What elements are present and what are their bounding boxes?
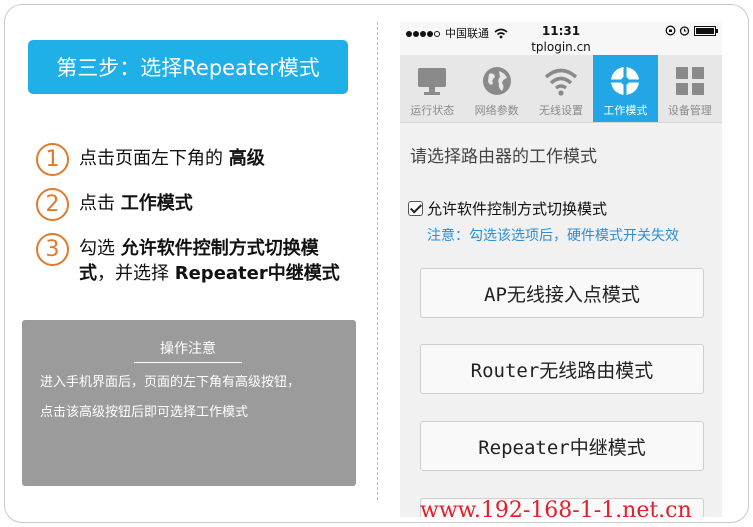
wifi-icon bbox=[544, 68, 578, 96]
url-bar[interactable]: tplogin.cn bbox=[400, 40, 722, 54]
step-text: 点击 工作模式 bbox=[79, 193, 193, 214]
step-1: 1 点击页面左下角的 高级 bbox=[36, 143, 349, 176]
software-control-checkbox-row[interactable]: 允许软件控制方式切换模式 bbox=[408, 198, 607, 219]
tab-work-mode[interactable]: 工作模式 bbox=[593, 55, 658, 122]
router-mode-button[interactable]: Router无线路由模式 bbox=[420, 344, 704, 394]
tab-device-mgmt[interactable]: 设备管理 bbox=[658, 55, 722, 122]
status-right bbox=[665, 25, 718, 36]
divider bbox=[377, 22, 378, 500]
step-text: 点击页面左下角的 高级 bbox=[79, 148, 265, 169]
mode-title: 请选择路由器的工作模式 bbox=[410, 147, 597, 167]
step-2: 2 点击 工作模式 bbox=[36, 188, 349, 221]
watermark: www.192-168-1-1.net.cn bbox=[420, 498, 692, 523]
tab-network[interactable]: 网络参数 bbox=[464, 55, 528, 122]
tab-bar: 运行状态 网络参数 无线设置 工作模式 设备管理 bbox=[400, 55, 722, 123]
note-body: 进入手机界面后，页面的左下角有高级按钮， 点击该高级按钮后即可选择工作模式 bbox=[40, 375, 301, 420]
step-number: 1 bbox=[36, 143, 69, 176]
step-number: 2 bbox=[36, 188, 69, 221]
battery-icon bbox=[694, 25, 718, 36]
rotation-lock-icon bbox=[665, 25, 676, 36]
step-number: 3 bbox=[36, 233, 69, 266]
grid-icon bbox=[675, 67, 704, 95]
note-box: 操作注意 进入手机界面后，页面的左下角有高级按钮， 点击该高级按钮后即可选择工作… bbox=[22, 320, 356, 486]
tab-wireless[interactable]: 无线设置 bbox=[529, 55, 593, 122]
step-title: 第三步：选择Repeater模式 bbox=[28, 40, 348, 94]
step-3: 3 勾选 允许软件控制方式切换模式，并选择 Repeater中继模式 bbox=[36, 233, 349, 286]
alarm-icon bbox=[679, 26, 690, 36]
step-text: 勾选 允许软件控制方式切换模式，并选择 Repeater中继模式 bbox=[79, 238, 340, 284]
tab-run-status[interactable]: 运行状态 bbox=[400, 55, 464, 122]
mode-icon bbox=[611, 67, 640, 95]
ap-mode-button[interactable]: AP无线接入点模式 bbox=[420, 268, 704, 318]
repeater-mode-button[interactable]: Repeater中继模式 bbox=[420, 421, 704, 471]
status-bar: 中国联通 11:31 tplogin.cn bbox=[400, 22, 722, 55]
software-control-checkbox[interactable] bbox=[408, 201, 423, 216]
globe-icon bbox=[482, 67, 511, 95]
note-underline bbox=[134, 362, 242, 363]
monitor-icon bbox=[418, 68, 447, 95]
phone-screen: 中国联通 11:31 tplogin.cn 运行状态 网络参数 无线设置 工作模… bbox=[400, 22, 722, 517]
note-title: 操作注意 bbox=[160, 341, 216, 357]
checkbox-label: 允许软件控制方式切换模式 bbox=[427, 200, 608, 218]
hint-text: 注意：勾选该选项后，硬件模式开关失效 bbox=[427, 228, 679, 244]
